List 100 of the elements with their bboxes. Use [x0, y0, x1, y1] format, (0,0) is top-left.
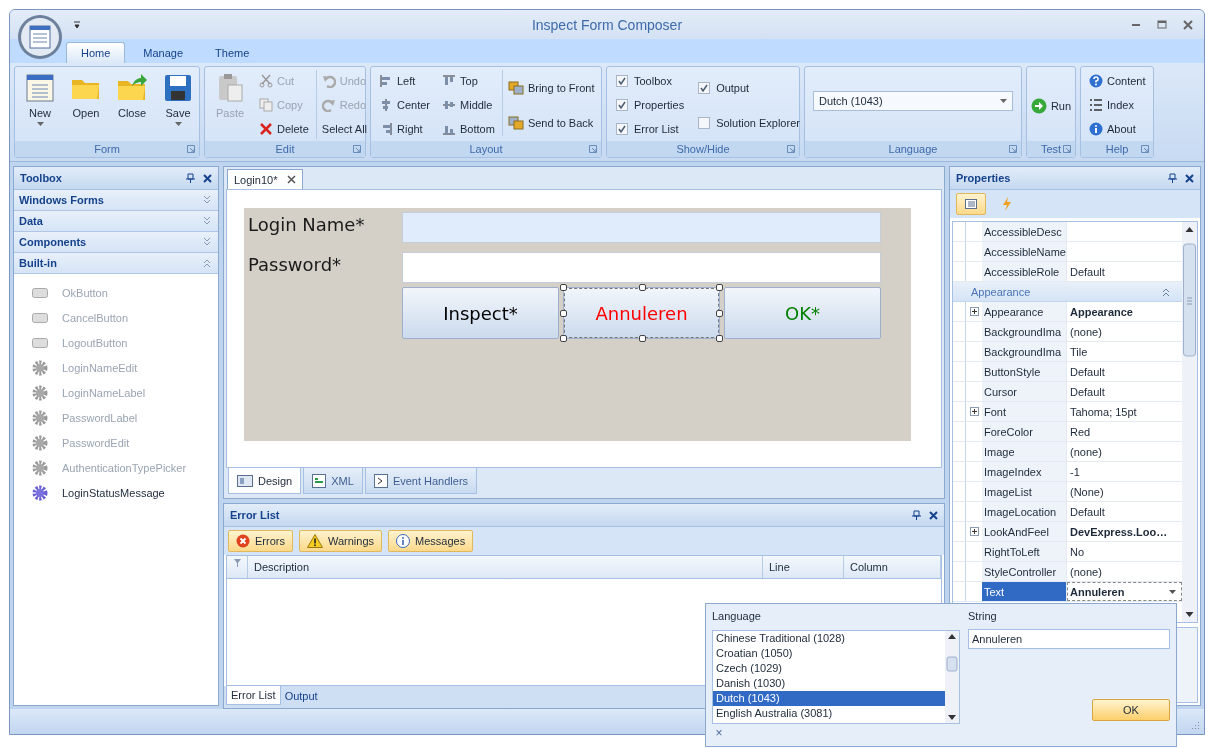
property-name[interactable]: Font	[982, 402, 1067, 421]
resize-handle[interactable]	[638, 335, 646, 342]
ribbon-button[interactable]: Top	[440, 70, 497, 91]
resize-handle[interactable]	[560, 335, 567, 342]
property-value[interactable]: Default	[1067, 362, 1182, 381]
resize-handle[interactable]	[716, 284, 723, 291]
property-name[interactable]: BackgroundIma	[982, 322, 1067, 341]
close-icon[interactable]	[929, 510, 938, 520]
property-name[interactable]: Image	[982, 442, 1067, 461]
checkbox-option[interactable]: Properties	[613, 94, 688, 115]
property-value[interactable]: Tile	[1067, 342, 1182, 361]
property-name[interactable]: Cursor	[982, 382, 1067, 401]
close-icon[interactable]	[287, 175, 297, 184]
property-value[interactable]: (none)	[1067, 562, 1182, 581]
document-tab[interactable]: Login10*	[227, 169, 304, 189]
property-name[interactable]: ImageLocation	[982, 502, 1067, 521]
property-name[interactable]: LookAndFeel	[982, 522, 1067, 541]
property-name[interactable]: Appearance	[982, 302, 1067, 321]
resize-grip-icon[interactable]	[1190, 720, 1200, 730]
property-name[interactable]: RightToLeft	[982, 542, 1067, 561]
pin-icon[interactable]	[912, 510, 921, 520]
language-item[interactable]: English Australia (3081)	[713, 706, 945, 721]
form-button[interactable]: OK*	[724, 287, 881, 339]
ribbon-button[interactable]: Bottom	[440, 118, 497, 139]
property-value[interactable]: (None)	[1067, 482, 1182, 501]
view-tab[interactable]: XML	[303, 468, 363, 494]
input-field[interactable]	[402, 252, 881, 283]
quick-access-icon[interactable]	[72, 18, 82, 29]
ribbon-button[interactable]: Center	[377, 94, 433, 115]
property-value[interactable]: Default	[1067, 382, 1182, 401]
view-tab[interactable]: Event Handlers	[364, 468, 478, 494]
checkbox-option[interactable]: Toolbox	[613, 70, 688, 91]
property-name[interactable]: AccessibleRole	[982, 262, 1067, 281]
toolbox-category[interactable]: Built-in	[14, 253, 218, 274]
column-header[interactable]: Line	[763, 556, 844, 578]
close-icon[interactable]	[203, 173, 212, 183]
form-button[interactable]: Inspect*	[402, 287, 559, 339]
close-icon[interactable]	[1185, 173, 1194, 183]
language-item[interactable]: Chinese Traditional (1028)	[713, 631, 945, 646]
resize-handle[interactable]	[560, 284, 567, 291]
expand-plus-icon[interactable]	[969, 407, 979, 416]
run-button[interactable]: Run	[1028, 95, 1074, 116]
ribbon-button[interactable]: Index	[1087, 94, 1148, 115]
ribbon-tab[interactable]: Theme	[201, 42, 264, 63]
toolbox-category[interactable]: Windows Forms	[14, 190, 218, 211]
filter-icon[interactable]	[233, 559, 241, 567]
property-name[interactable]: AccessibleDesc	[982, 222, 1067, 241]
pin-icon[interactable]	[1168, 173, 1177, 183]
ribbon-button[interactable]: Open	[64, 70, 108, 138]
toolbox-category[interactable]: Data	[14, 211, 218, 232]
language-item[interactable]: Danish (1030)	[713, 676, 945, 691]
property-value[interactable]: Red	[1067, 422, 1182, 441]
property-value[interactable]: No	[1067, 542, 1182, 561]
expand-plus-icon[interactable]	[969, 527, 979, 536]
language-item[interactable]: Dutch (1043)	[713, 691, 945, 706]
filter-button[interactable]: Warnings	[298, 530, 382, 552]
string-input[interactable]: Annuleren	[968, 629, 1170, 649]
close-button[interactable]: ×	[712, 726, 726, 740]
property-name[interactable]: AccessibleName	[982, 242, 1067, 261]
resize-handle[interactable]	[716, 335, 723, 342]
categorized-view-button[interactable]	[956, 193, 986, 215]
property-value[interactable]: Annuleren	[1067, 582, 1182, 601]
scrollbar[interactable]	[1182, 222, 1197, 622]
ribbon-button[interactable]: Save	[156, 70, 200, 138]
checkbox-option[interactable]: Solution Explorer	[695, 112, 803, 133]
property-value[interactable]: (none)	[1067, 442, 1182, 461]
property-value[interactable]: -1	[1067, 462, 1182, 481]
property-value[interactable]: Default	[1067, 502, 1182, 521]
ribbon-button[interactable]: Middle	[440, 94, 497, 115]
panel-tab[interactable]: Output	[280, 686, 322, 705]
ribbon-button[interactable]: Content	[1087, 70, 1148, 91]
ribbon-button[interactable]: Left	[377, 70, 433, 91]
caret-icon[interactable]	[1169, 589, 1176, 594]
checkbox-option[interactable]: Error List	[613, 118, 688, 139]
ribbon-button[interactable]: Send to Back	[505, 112, 597, 133]
property-name[interactable]: ForeColor	[982, 422, 1067, 441]
toolbox-item[interactable]: LoginStatusMessage	[14, 480, 218, 505]
ribbon-button[interactable]: New	[18, 70, 62, 138]
ribbon-button[interactable]: Close	[110, 70, 154, 138]
language-dropdown[interactable]: Dutch (1043)	[813, 90, 1013, 111]
property-value[interactable]: DevExpress.Loo…	[1067, 522, 1182, 541]
expand-plus-icon[interactable]	[969, 307, 979, 316]
checkbox-option[interactable]: Output	[695, 77, 803, 98]
property-name[interactable]: BackgroundIma	[982, 342, 1067, 361]
ribbon-button[interactable]: About	[1087, 118, 1148, 139]
checkbox[interactable]	[616, 74, 628, 87]
checkbox[interactable]	[616, 98, 628, 111]
ribbon-button[interactable]: Right	[377, 118, 433, 139]
property-value[interactable]: (none)	[1067, 322, 1182, 341]
property-name[interactable]: ButtonStyle	[982, 362, 1067, 381]
ribbon-button[interactable]: Select All	[319, 118, 370, 139]
ribbon-tab[interactable]: Manage	[129, 42, 198, 63]
property-name[interactable]: ImageIndex	[982, 462, 1067, 481]
view-tab[interactable]: Design	[228, 468, 302, 494]
property-name[interactable]: StyleController	[982, 562, 1067, 581]
checkbox[interactable]	[698, 116, 711, 129]
language-item[interactable]: Croatian (1050)	[713, 646, 945, 661]
ribbon-tab[interactable]: Home	[66, 42, 126, 63]
toolbox-category[interactable]: Components	[14, 232, 218, 253]
pin-icon[interactable]	[186, 173, 195, 183]
